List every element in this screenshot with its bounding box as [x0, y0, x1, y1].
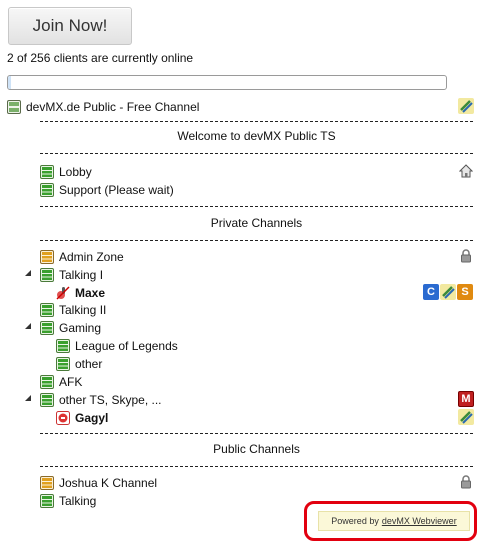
- channel-locked-icon: [40, 476, 54, 490]
- home-icon: [459, 164, 473, 178]
- channel-icon: [40, 393, 54, 407]
- client-badges: C S: [423, 284, 473, 300]
- channel-league-of-legends[interactable]: League of Legends: [56, 337, 178, 354]
- lock-icon: [459, 249, 473, 263]
- channel-label: other TS, Skype, ...: [59, 392, 162, 407]
- server-root[interactable]: devMX.de Public - Free Channel: [7, 98, 199, 115]
- online-progress-bar: [7, 75, 447, 90]
- client-name: Gagyl: [75, 410, 109, 425]
- channel-icon: [40, 183, 54, 197]
- channel-talking[interactable]: Talking: [40, 492, 96, 509]
- spacer-public: Public Channels: [213, 442, 300, 456]
- channel-icon: [40, 494, 54, 508]
- spacer-welcome: Welcome to devMX Public TS: [177, 129, 336, 143]
- away-status-icon: [56, 411, 70, 425]
- server-edit-icon: [458, 98, 474, 114]
- spacer-private: Private Channels: [210, 216, 303, 230]
- server-icon: [7, 100, 21, 114]
- channel-label: Support (Please wait): [59, 182, 174, 197]
- lock-icon: [459, 475, 473, 489]
- expand-arrow-icon[interactable]: [25, 270, 32, 277]
- powered-by-highlight: Powered by devMX Webviewer: [304, 501, 477, 541]
- spacer-line: [40, 121, 473, 122]
- channel-label: Gaming: [59, 320, 102, 335]
- channel-icon: [40, 303, 54, 317]
- channel-lobby[interactable]: Lobby: [40, 163, 92, 180]
- channel-label: other: [75, 356, 103, 371]
- powered-by-text: Powered by: [331, 516, 379, 526]
- pencil-icon: [458, 409, 474, 425]
- server-name: devMX.de Public - Free Channel: [26, 99, 200, 114]
- spacer-line: [40, 240, 473, 241]
- channel-talking-1[interactable]: Talking I: [40, 266, 103, 283]
- channel-icon: [56, 339, 70, 353]
- channel-gaming[interactable]: Gaming: [40, 319, 101, 336]
- expand-arrow-icon[interactable]: [25, 395, 32, 402]
- channel-icon: [40, 165, 54, 179]
- channel-talking-2[interactable]: Talking II: [40, 301, 106, 318]
- channel-other[interactable]: other: [56, 355, 102, 372]
- channel-other-ts[interactable]: other TS, Skype, ...: [40, 391, 162, 408]
- channel-icon: [40, 375, 54, 389]
- channel-label: Talking II: [59, 302, 107, 317]
- webviewer-link[interactable]: devMX Webviewer: [382, 516, 457, 526]
- channel-icon: [56, 357, 70, 371]
- channel-joshua-k[interactable]: Joshua K Channel: [40, 474, 157, 491]
- client-name: Maxe: [75, 285, 106, 300]
- spacer-line: [40, 466, 473, 467]
- expand-arrow-icon[interactable]: [25, 323, 32, 330]
- powered-by-box: Powered by devMX Webviewer: [318, 511, 470, 531]
- channel-afk[interactable]: AFK: [40, 373, 82, 390]
- muted-microphone-icon: [56, 286, 70, 300]
- spacer-line: [40, 433, 473, 434]
- channel-admin-zone[interactable]: Admin Zone: [40, 248, 124, 265]
- channel-label: Talking: [59, 493, 97, 508]
- channel-label: League of Legends: [75, 338, 178, 353]
- channel-label: AFK: [59, 374, 83, 389]
- client-gagyl[interactable]: Gagyl: [56, 409, 108, 426]
- progress-fill: [8, 76, 12, 89]
- spacer-line: [40, 153, 473, 154]
- online-clients-text: 2 of 256 clients are currently online: [7, 51, 194, 65]
- channel-label: Joshua K Channel: [59, 475, 158, 490]
- channel-icon: [40, 268, 54, 282]
- channel-label: Talking I: [59, 267, 104, 282]
- channel-support[interactable]: Support (Please wait): [40, 181, 174, 198]
- spacer-line: [40, 206, 473, 207]
- join-now-button[interactable]: Join Now!: [8, 7, 132, 45]
- channel-icon: [40, 321, 54, 335]
- channel-label: Admin Zone: [59, 249, 124, 264]
- m-badge-icon: M: [458, 391, 474, 407]
- channel-locked-icon: [40, 250, 54, 264]
- channel-label: Lobby: [59, 164, 92, 179]
- client-maxe[interactable]: Maxe: [56, 284, 105, 301]
- c-badge-icon: C: [423, 284, 439, 300]
- s-badge-icon: S: [457, 284, 473, 300]
- pencil-icon: [440, 284, 456, 300]
